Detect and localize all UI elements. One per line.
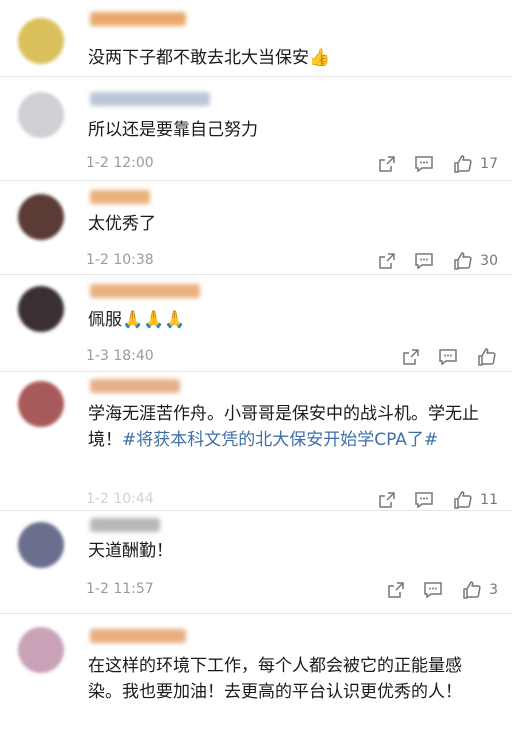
- share-button[interactable]: [378, 252, 396, 270]
- thumbs-up-icon: [454, 155, 472, 173]
- avatar[interactable]: [18, 18, 64, 64]
- comment-actions: 30: [360, 250, 498, 272]
- comment-icon: [424, 582, 442, 599]
- comment-text: 在这样的环境下工作，每个人都会被它的正能量感染。我也要加油！去更高的平台认识更优…: [88, 656, 462, 702]
- share-icon: [379, 253, 395, 269]
- comment-item: 没两下子都不敢去北大当保安👍: [0, 0, 512, 77]
- avatar[interactable]: [18, 522, 64, 568]
- like-count: 17: [480, 156, 498, 172]
- comment-actions: 11: [360, 489, 498, 511]
- comment-item: 学海无涯苦作舟。小哥哥是保安中的战斗机。学无止境！#将获本科文凭的北大保安开始学…: [0, 371, 512, 511]
- reply-button[interactable]: [423, 581, 443, 599]
- share-icon: [379, 156, 395, 172]
- comment-time: 1-2 10:44: [86, 491, 154, 507]
- avatar[interactable]: [18, 194, 64, 240]
- comment-item: 在这样的环境下工作，每个人都会被它的正能量感染。我也要加油！去更高的平台认识更优…: [0, 613, 512, 732]
- username[interactable]: [90, 379, 180, 393]
- like-button[interactable]: [476, 347, 498, 367]
- comment-text: 所以还是要靠自己努力: [88, 120, 258, 140]
- reply-button[interactable]: [414, 155, 434, 173]
- comment-time: 1-3 18:40: [86, 348, 154, 364]
- like-button[interactable]: 30: [452, 251, 498, 271]
- username[interactable]: [90, 92, 210, 106]
- comment-item: 佩服🙏🙏🙏 1-3 18:40: [0, 274, 512, 372]
- comment-text: 天道酬勤！: [88, 541, 173, 561]
- comment-actions: 3: [369, 579, 498, 601]
- comment-icon: [415, 492, 433, 509]
- thumbs-up-icon: [454, 491, 472, 509]
- comment-icon: [439, 349, 457, 366]
- comment-actions: [384, 346, 498, 368]
- share-icon: [379, 492, 395, 508]
- username[interactable]: [90, 190, 150, 204]
- comment-item: 太优秀了 1-2 10:38 30: [0, 180, 512, 275]
- thumbs-up-icon: [478, 348, 496, 366]
- share-button[interactable]: [378, 155, 396, 173]
- topic-link[interactable]: #将获本科文凭的北大保安开始学CPA了#: [122, 430, 438, 450]
- reply-button[interactable]: [414, 252, 434, 270]
- comment-icon: [415, 253, 433, 270]
- like-button[interactable]: 11: [452, 490, 498, 510]
- share-button[interactable]: [378, 491, 396, 509]
- share-button[interactable]: [387, 581, 405, 599]
- like-button[interactable]: 17: [452, 154, 498, 174]
- avatar[interactable]: [18, 381, 64, 427]
- avatar[interactable]: [18, 92, 64, 138]
- share-icon: [388, 582, 404, 598]
- username[interactable]: [90, 518, 160, 532]
- comment-time: 1-2 11:57: [86, 581, 154, 597]
- reply-button[interactable]: [438, 348, 458, 366]
- comment-text: 学海无涯苦作舟。小哥哥是保安中的战斗机。学无止境！#将获本科文凭的北大保安开始学…: [88, 401, 494, 453]
- comment-actions: 17: [360, 153, 498, 175]
- username[interactable]: [90, 12, 186, 26]
- like-count: 3: [489, 582, 498, 598]
- share-icon: [403, 349, 419, 365]
- username[interactable]: [90, 629, 186, 643]
- like-button[interactable]: 3: [461, 580, 498, 600]
- comment-text: 佩服🙏🙏🙏: [88, 310, 186, 330]
- comment-time: 1-2 12:00: [86, 155, 154, 171]
- username[interactable]: [90, 284, 200, 298]
- thumbs-up-icon: [463, 581, 481, 599]
- avatar[interactable]: [18, 627, 64, 673]
- like-count: 11: [480, 492, 498, 508]
- share-button[interactable]: [402, 348, 420, 366]
- comment-text: 没两下子都不敢去北大当保安👍: [88, 48, 331, 68]
- reply-button[interactable]: [414, 491, 434, 509]
- comment-item: 天道酬勤！ 1-2 11:57 3: [0, 510, 512, 614]
- comment-icon: [415, 156, 433, 173]
- avatar[interactable]: [18, 286, 64, 332]
- comment-text: 太优秀了: [88, 214, 156, 234]
- like-count: 30: [480, 253, 498, 269]
- comment-time: 1-2 10:38: [86, 252, 154, 268]
- thumbs-up-icon: [454, 252, 472, 270]
- comment-item: 所以还是要靠自己努力 1-2 12:00 17: [0, 76, 512, 181]
